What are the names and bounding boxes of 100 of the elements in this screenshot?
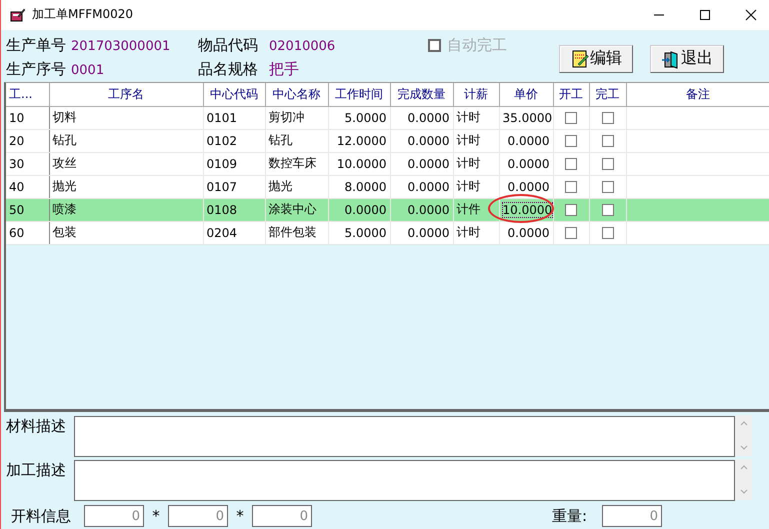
app-icon	[10, 6, 26, 23]
column-header[interactable]: 开工	[553, 82, 589, 106]
column-header[interactable]: 完工	[589, 82, 626, 106]
table-cell: 计件	[453, 198, 499, 222]
table-cell: 12.0000	[328, 129, 390, 152]
table-cell: 钻孔	[49, 129, 203, 152]
text-area[interactable]	[74, 416, 735, 457]
table-cell: 0.0000	[390, 152, 453, 176]
table-cell: 计时	[453, 129, 499, 152]
table-row[interactable]: 20 钻孔 0102 钻孔 12.0000 0.0000 计时 0.0000	[6, 129, 769, 152]
checkbox[interactable]	[565, 158, 577, 170]
table-cell: 0.0000	[499, 152, 553, 176]
checkbox[interactable]	[565, 181, 577, 194]
table-cell: 数控车床	[265, 152, 328, 176]
checkbox[interactable]	[602, 158, 614, 170]
table-cell: 部件包装	[265, 221, 328, 244]
table-cell: 0.0000	[328, 198, 390, 222]
column-header[interactable]: 中心名称	[265, 82, 328, 106]
field-label: 开料信息	[10, 506, 72, 526]
table-cell: 40	[6, 175, 49, 198]
window-title: 加工单MFFM0020	[32, 6, 134, 24]
table-cell: 30	[6, 152, 49, 176]
number-field[interactable]: 0	[168, 505, 228, 527]
table-cell: 计时	[453, 175, 499, 198]
table-cell: 0102	[203, 129, 265, 152]
table-cell: 包装	[49, 221, 203, 244]
checkbox-label: 自动完工	[447, 36, 507, 56]
number-field[interactable]: 0	[252, 505, 312, 527]
number-field[interactable]: 0	[84, 505, 144, 527]
notepad-icon	[570, 48, 590, 69]
field-label: 材料描述	[5, 417, 67, 436]
field-label: 物品代码	[198, 36, 258, 55]
table-row[interactable]: 50 喷漆 0108 涂装中心 0.0000 0.0000 计件 10.0000	[6, 198, 769, 222]
table-row[interactable]: 30 攻丝 0109 数控车床 10.0000 0.0000 计时 0.0000	[6, 152, 769, 176]
table-cell: 0.0000	[499, 175, 553, 198]
column-header[interactable]: 计薪	[453, 82, 499, 106]
checkbox[interactable]	[565, 112, 577, 124]
table-cell: 喷漆	[49, 198, 203, 222]
table-cell: 计时	[453, 221, 499, 244]
checkbox[interactable]	[602, 135, 614, 148]
multiply-sign: *	[151, 507, 161, 525]
field-label: 加工描述	[5, 461, 67, 480]
table-cell: 切料	[49, 106, 203, 130]
checkbox[interactable]	[602, 204, 614, 216]
table-row[interactable]: 10 切料 0101 剪切冲 5.0000 0.0000 计时 35.0000	[6, 106, 769, 130]
maximize-icon[interactable]	[699, 8, 711, 21]
column-header[interactable]: 备注	[626, 82, 769, 106]
table-cell: 10.0000	[502, 202, 552, 217]
table-cell: 剪切冲	[265, 106, 328, 130]
table-cell: 抛光	[49, 175, 203, 198]
table-cell: 0.0000	[390, 106, 453, 130]
exit-button[interactable]: 退出	[650, 44, 724, 73]
checkbox[interactable]	[602, 181, 614, 194]
table-cell: 10	[6, 106, 49, 130]
table-cell: 0.0000	[499, 129, 553, 152]
table-cell: 20	[6, 129, 49, 152]
number-field[interactable]: 0	[602, 505, 662, 527]
table-cell: 0.0000	[390, 175, 453, 198]
multiply-sign: *	[235, 507, 245, 525]
table-cell: 0101	[203, 106, 265, 130]
table-cell: 0.0000	[390, 198, 453, 222]
table-cell: 0107	[203, 175, 265, 198]
checkbox[interactable]	[602, 112, 614, 124]
checkbox[interactable]	[565, 227, 577, 240]
edit-button[interactable]: 编辑	[559, 44, 633, 73]
field-label: 生产单号	[6, 36, 66, 55]
table-cell: 抛光	[265, 175, 328, 198]
table-cell: 钻孔	[265, 129, 328, 152]
field-label: 重量:	[552, 506, 588, 526]
column-header[interactable]: 单价	[499, 82, 553, 106]
table-cell: 0108	[203, 198, 265, 222]
text-area[interactable]	[74, 460, 735, 501]
checkbox[interactable]	[565, 135, 577, 148]
table-cell: 0.0000	[499, 221, 553, 244]
table-cell: 0109	[203, 152, 265, 176]
checkbox[interactable]	[565, 204, 577, 216]
table-row[interactable]: 60 包装 0204 部件包装 5.0000 0.0000 计时 0.0000	[6, 221, 769, 244]
table-cell: 5.0000	[328, 106, 390, 130]
column-header[interactable]: 中心代码	[203, 82, 265, 106]
table-cell: 35.0000	[499, 106, 553, 130]
table-cell: 0.0000	[390, 129, 453, 152]
table-row[interactable]: 40 抛光 0107 抛光 8.0000 0.0000 计时 0.0000	[6, 175, 769, 198]
table-cell: 涂装中心	[265, 198, 328, 222]
table-cell: 0.0000	[390, 221, 453, 244]
field-value: 201703000001	[71, 38, 170, 54]
field-label: 生产序号	[6, 60, 66, 79]
field-label: 品名规格	[198, 60, 258, 79]
table-cell: 计时	[453, 106, 499, 130]
table-cell: 5.0000	[328, 221, 390, 244]
column-header[interactable]: 工序名	[49, 82, 203, 106]
column-header[interactable]: 工...	[6, 82, 49, 106]
column-header[interactable]: 工作时间	[328, 82, 390, 106]
checkbox[interactable]	[602, 227, 614, 240]
table-cell: 攻丝	[49, 152, 203, 176]
field-value: 0001	[71, 62, 104, 78]
table-cell: 计时	[453, 152, 499, 176]
table-cell: 60	[6, 221, 49, 244]
column-header[interactable]: 完成数量	[390, 82, 453, 106]
close-icon[interactable]	[745, 8, 757, 21]
field-value: 把手	[269, 60, 299, 79]
